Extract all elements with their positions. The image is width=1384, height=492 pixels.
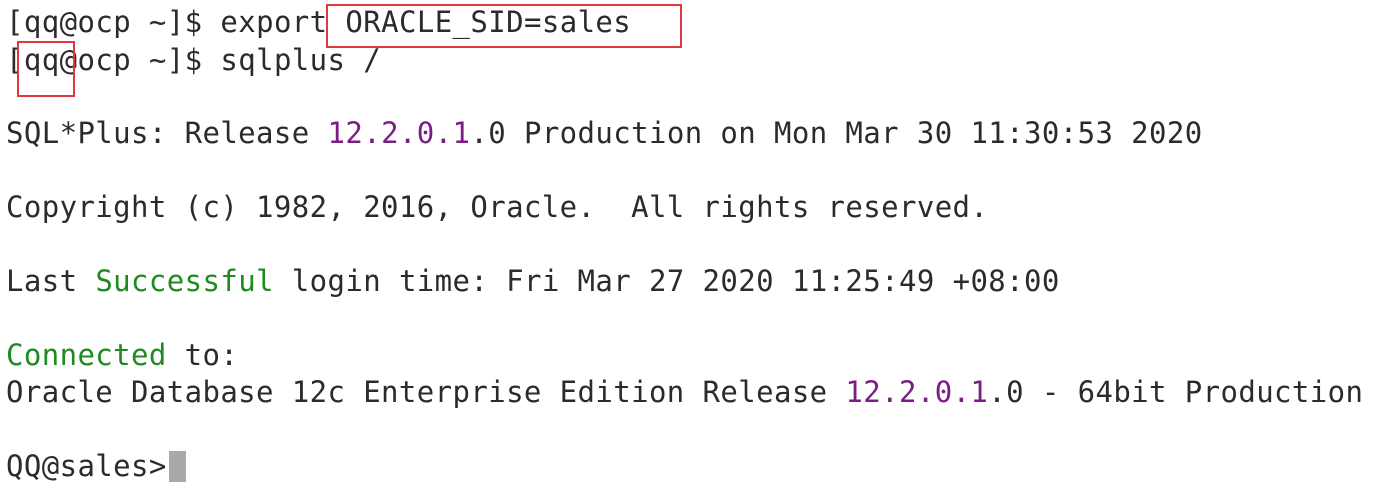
host-and-command: ocp ~]$ export <box>77 5 346 39</box>
username: qq <box>23 43 60 77</box>
edition-prefix: Oracle Database 12c Enterprise Edition R… <box>6 375 846 409</box>
terminal-window[interactable]: [qq@ocp ~]$ export ORACLE_SID=sales [qq@… <box>0 0 1384 492</box>
terminal-line-database-edition: Oracle Database 12c Enterprise Edition R… <box>6 374 1363 410</box>
version-number: 12.2.0.1 <box>327 116 471 150</box>
sql-prompt: QQ@sales> <box>6 449 167 483</box>
at-sign: @ <box>59 5 78 39</box>
last-login-prefix: Last <box>6 264 96 298</box>
edition-suffix: .0 - 64bit Production <box>988 375 1364 409</box>
terminal-line-export: [qq@ocp ~]$ export ORACLE_SID=sales <box>6 4 631 40</box>
bracket: [ <box>6 43 24 77</box>
terminal-line-copyright: Copyright (c) 1982, 2016, Oracle. All ri… <box>6 189 988 225</box>
successful-keyword: Successful <box>95 264 274 298</box>
text-cursor <box>168 451 186 482</box>
release-prefix: SQL*Plus: Release <box>6 116 328 150</box>
terminal-line-last-login: Last Successful login time: Fri Mar 27 2… <box>6 263 1060 299</box>
host-and-command: ocp ~]$ sqlplus / <box>77 43 382 77</box>
sql-prompt-line[interactable]: QQ@sales> <box>6 448 186 484</box>
at-sign: @ <box>59 43 78 77</box>
bracket: [ <box>6 5 24 39</box>
copyright-text: Copyright (c) 1982, 2016, Oracle. All ri… <box>6 190 989 224</box>
oracle-sid-assignment: ORACLE_SID=sales <box>345 5 632 39</box>
last-login-suffix: login time: Fri Mar 27 2020 11:25:49 +08… <box>273 264 1060 298</box>
username: qq <box>23 5 60 39</box>
release-suffix: .0 Production on Mon Mar 30 11:30:53 202… <box>470 116 1203 150</box>
connected-suffix: to: <box>166 338 239 372</box>
terminal-line-release: SQL*Plus: Release 12.2.0.1.0 Production … <box>6 115 1203 151</box>
terminal-line-connected: Connected to: <box>6 337 238 373</box>
connected-keyword: Connected <box>6 338 167 372</box>
version-number: 12.2.0.1 <box>845 375 989 409</box>
terminal-line-sqlplus: [qq@ocp ~]$ sqlplus / <box>6 42 381 78</box>
